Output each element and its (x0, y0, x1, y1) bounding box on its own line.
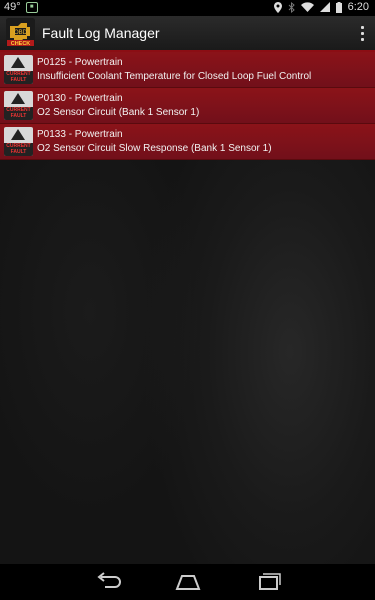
recent-apps-icon[interactable] (254, 572, 282, 592)
warning-triangle-icon (11, 129, 25, 140)
warning-icon: CURRENT FAULT (4, 91, 33, 120)
app-logo-icon[interactable]: OBD CHECK (6, 18, 35, 47)
overflow-dot (360, 31, 364, 35)
overflow-dot (360, 37, 364, 41)
current-fault-badge: CURRENT FAULT (4, 143, 33, 156)
fault-code: P0133 - Powertrain (37, 129, 123, 140)
signal-icon (319, 2, 330, 12)
current-fault-badge: CURRENT FAULT (4, 107, 33, 120)
temperature-text: 49° (4, 1, 21, 13)
overflow-dot (360, 25, 364, 29)
status-left: 49° ■ (4, 1, 38, 13)
current-fault-badge: CURRENT FAULT (4, 71, 33, 84)
warning-icon: CURRENT FAULT (4, 55, 33, 84)
location-icon (273, 1, 282, 13)
page-title: Fault Log Manager (42, 25, 160, 41)
back-icon[interactable] (95, 572, 123, 592)
more-vert-icon[interactable] (355, 22, 369, 44)
badge-line2: FAULT (10, 77, 27, 83)
fault-description: O2 Sensor Circuit (Bank 1 Sensor 1) (37, 107, 200, 118)
fault-row[interactable]: CURRENT FAULT P0130 - Powertrain O2 Sens… (0, 88, 375, 124)
fault-description: O2 Sensor Circuit Slow Response (Bank 1 … (37, 143, 272, 154)
warning-triangle-icon (11, 93, 25, 104)
wifi-icon (300, 2, 314, 12)
home-icon[interactable] (174, 572, 202, 592)
badge-line2: FAULT (10, 113, 27, 119)
app-icon-text-top: OBD (14, 30, 28, 36)
content-area: CURRENT FAULT P0125 - Powertrain Insuffi… (0, 52, 375, 564)
fault-code: P0130 - Powertrain (37, 93, 123, 104)
time-text: 6:20 (347, 1, 369, 13)
fault-code: P0125 - Powertrain (37, 57, 123, 68)
fault-list: CURRENT FAULT P0125 - Powertrain Insuffi… (0, 52, 375, 160)
app-icon-text-bottom: CHECK (11, 41, 31, 47)
fault-description: Insufficient Coolant Temperature for Clo… (37, 71, 312, 82)
action-bar: OBD CHECK Fault Log Manager (0, 16, 375, 52)
notification-icon: ■ (25, 1, 38, 13)
navigation-bar (0, 564, 375, 600)
warning-icon: CURRENT FAULT (4, 127, 33, 156)
warning-triangle-icon (11, 57, 25, 68)
status-right: 6:20 (273, 1, 369, 13)
fault-row[interactable]: CURRENT FAULT P0133 - Powertrain O2 Sens… (0, 124, 375, 160)
badge-line2: FAULT (10, 149, 27, 155)
status-bar: 49° ■ 6:20 (0, 0, 375, 16)
bluetooth-icon (288, 1, 295, 13)
battery-icon (335, 1, 342, 13)
fault-row[interactable]: CURRENT FAULT P0125 - Powertrain Insuffi… (0, 52, 375, 88)
